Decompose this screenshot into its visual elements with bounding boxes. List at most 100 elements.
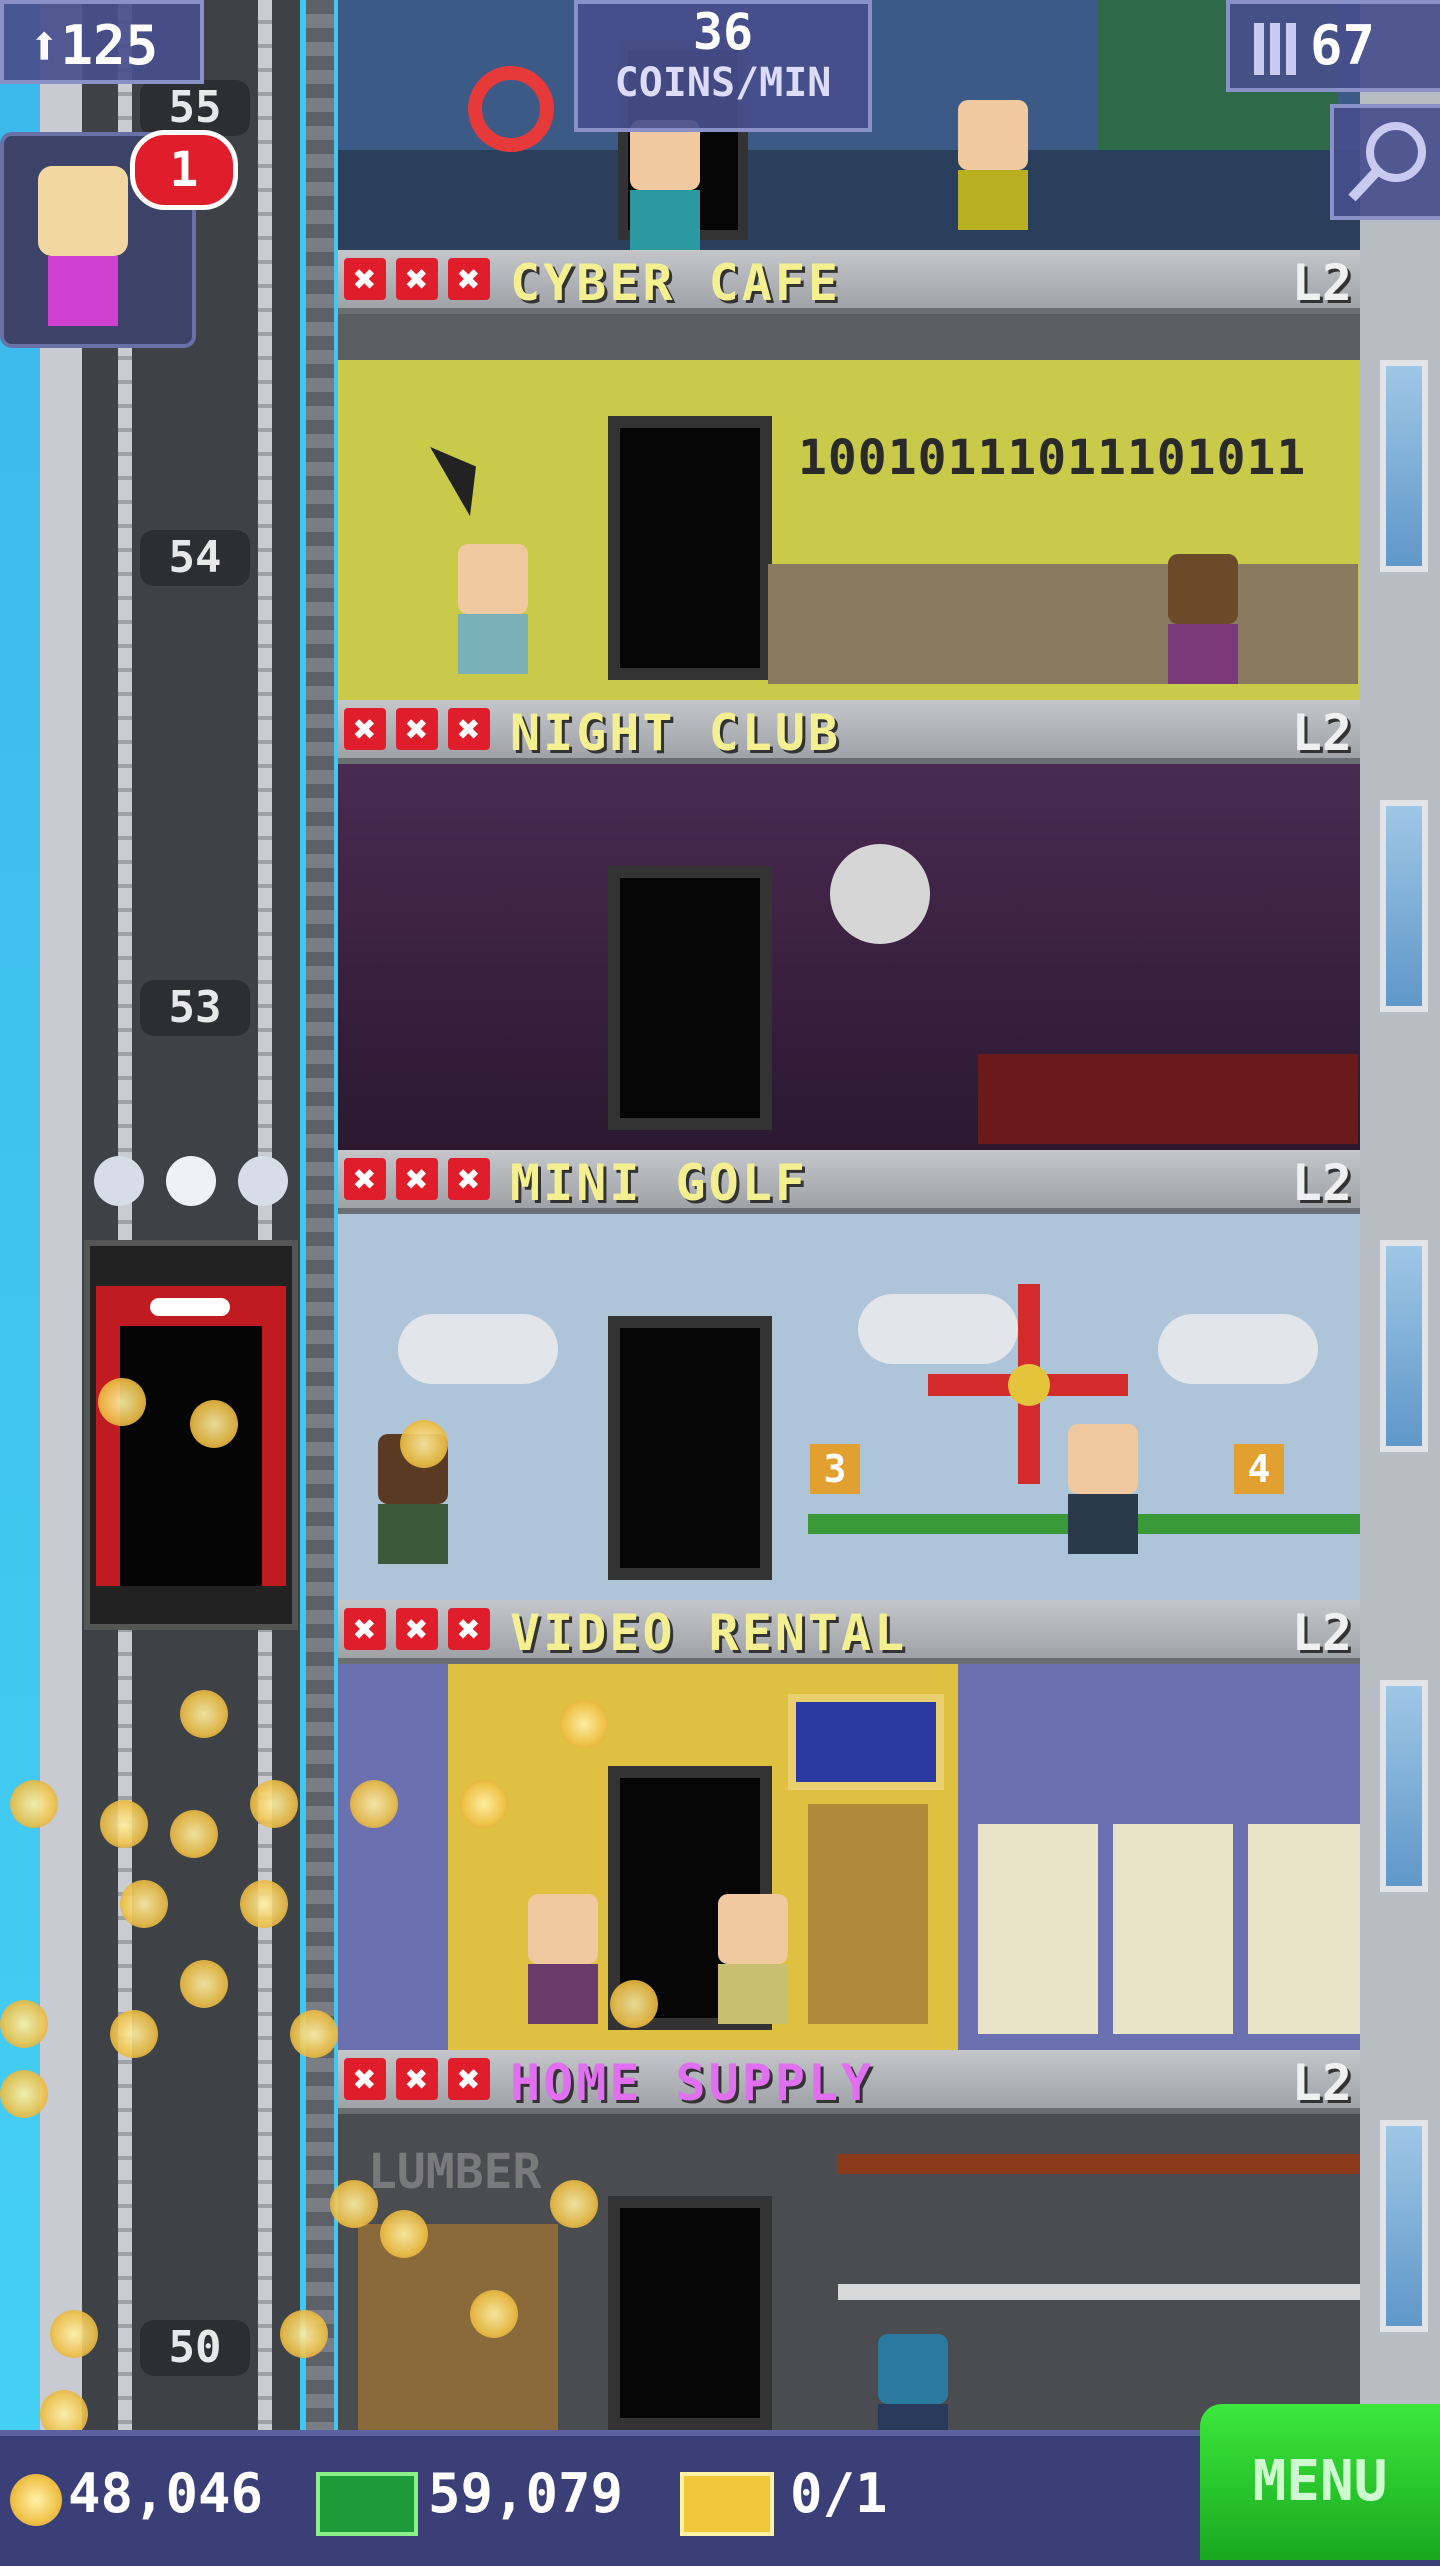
coin-rate-value: 36 xyxy=(692,3,754,61)
cloud-decoration xyxy=(398,1314,558,1384)
coin-particle xyxy=(10,1780,58,1828)
population-counter[interactable]: ⬆125 xyxy=(0,0,204,84)
x-mark-icon: ✖ xyxy=(344,1608,386,1650)
coin-particle xyxy=(0,2000,48,2048)
elevator-floor-label: 50 xyxy=(140,2320,250,2376)
coin-particle xyxy=(380,2210,428,2258)
video-shelf xyxy=(1113,1824,1233,2034)
binary-wall-text: 10010111011101011 xyxy=(798,430,1307,486)
x-mark-icon: ✖ xyxy=(344,1158,386,1200)
coin-particle xyxy=(550,2180,598,2228)
tower-resident[interactable] xyxy=(528,1894,598,2024)
cloud-decoration xyxy=(1158,1314,1318,1384)
floor-night-club[interactable]: ✖ ✖ ✖ NIGHT CLUB L2 xyxy=(338,700,1360,1150)
video-shelf xyxy=(978,1824,1098,2034)
lumber-stack xyxy=(358,2224,558,2430)
floor-cyber-cafe[interactable]: ✖ ✖ ✖ CYBER CAFE L2 10010111011101011 xyxy=(338,250,1360,700)
elevator-floor-label: 55 xyxy=(140,80,250,136)
floor-counter[interactable]: 67 xyxy=(1226,0,1440,92)
tower-resident[interactable] xyxy=(718,1894,788,2024)
x-mark-icon: ✖ xyxy=(396,1158,438,1200)
floor-header: ✖ ✖ ✖ HOME SUPPLY L2 xyxy=(338,2050,1360,2114)
x-mark-icon: ✖ xyxy=(448,258,490,300)
floor-level: L2 xyxy=(1291,1604,1352,1662)
floor-name: NIGHT CLUB xyxy=(510,704,842,762)
coin-particle xyxy=(120,1880,168,1928)
arcade-machine xyxy=(808,1804,928,2024)
floor-name: HOME SUPPLY xyxy=(510,2054,875,2112)
elevator-floor-label: 54 xyxy=(140,530,250,586)
room-interior: LUMBER xyxy=(338,2114,1360,2430)
cursor-icon xyxy=(430,431,496,517)
window xyxy=(1380,1680,1428,1892)
floor-level: L2 xyxy=(1291,704,1352,762)
menu-button[interactable]: MENU xyxy=(1200,2404,1440,2560)
coin-particle xyxy=(0,2070,48,2118)
floor-name: CYBER CAFE xyxy=(510,254,842,312)
room-interior xyxy=(338,764,1360,1150)
floor-level: L2 xyxy=(1291,254,1352,312)
elevator-cab[interactable] xyxy=(84,1240,298,1630)
x-mark-icon: ✖ xyxy=(396,708,438,750)
hole-number-sign: 3 xyxy=(810,1444,860,1494)
coin-balance: 48,046 xyxy=(68,2462,264,2525)
tower-resident[interactable] xyxy=(958,100,1028,230)
elevator-floor-label: 53 xyxy=(140,980,250,1036)
population-value: 125 xyxy=(60,14,159,77)
tower-resident[interactable] xyxy=(630,120,700,250)
coin-particle xyxy=(460,1780,508,1828)
room-interior: 3 4 xyxy=(338,1214,1360,1600)
floor-header: ✖ ✖ ✖ NIGHT CLUB L2 xyxy=(338,700,1360,764)
floor-name: MINI GOLF xyxy=(510,1154,808,1212)
ticket-sign xyxy=(788,1694,944,1790)
room-interior: 10010111011101011 xyxy=(338,314,1360,700)
floor-level: L2 xyxy=(1291,2054,1352,2112)
tower-resident[interactable] xyxy=(1068,1424,1138,1554)
floor-name: VIDEO RENTAL xyxy=(510,1604,908,1662)
coin-particle xyxy=(280,2310,328,2358)
elevator-chain xyxy=(306,0,334,2460)
coin-particle xyxy=(330,2180,378,2228)
x-mark-icon: ✖ xyxy=(448,2058,490,2100)
window xyxy=(1380,800,1428,1012)
building-icon xyxy=(1254,23,1298,76)
disco-ball xyxy=(830,844,930,944)
x-mark-icon: ✖ xyxy=(396,2058,438,2100)
visitor-avatar xyxy=(38,166,128,256)
coin-particle xyxy=(240,1880,288,1928)
x-mark-icon: ✖ xyxy=(344,2058,386,2100)
notification-badge: 1 xyxy=(130,130,238,210)
x-mark-icon: ✖ xyxy=(344,708,386,750)
room-interior xyxy=(338,1664,1360,2050)
coin-particle xyxy=(110,2010,158,2058)
window xyxy=(1380,2120,1428,2332)
building-right-wall xyxy=(1360,0,1440,2460)
elevator-rail-left xyxy=(118,0,132,2460)
floor-home-supply[interactable]: ✖ ✖ ✖ HOME SUPPLY L2 LUMBER xyxy=(338,2050,1360,2430)
tower-resident[interactable] xyxy=(1168,554,1238,684)
coin-particle xyxy=(100,1800,148,1848)
coin-particle xyxy=(190,1400,238,1448)
coin-icon xyxy=(10,2474,62,2526)
x-mark-icon: ✖ xyxy=(344,258,386,300)
coin-particle xyxy=(560,1700,608,1748)
coin-particle xyxy=(180,1960,228,2008)
floor-mini-golf[interactable]: ✖ ✖ ✖ MINI GOLF L2 3 4 xyxy=(338,1150,1360,1600)
floor-level: L2 xyxy=(1291,1154,1352,1212)
x-mark-icon: ✖ xyxy=(448,708,490,750)
floor-count-value: 67 xyxy=(1310,14,1376,77)
floor-header: ✖ ✖ ✖ VIDEO RENTAL L2 xyxy=(338,1600,1360,1664)
coin-rate-display: 36 COINS/MIN xyxy=(574,0,872,132)
tower-resident[interactable] xyxy=(878,2334,948,2430)
magnifier-icon xyxy=(1348,122,1426,202)
lumber-sign: LUMBER xyxy=(368,2144,542,2200)
x-mark-icon: ✖ xyxy=(448,1158,490,1200)
x-mark-icon: ✖ xyxy=(448,1608,490,1650)
coin-particle xyxy=(400,1420,448,1468)
coin-particle xyxy=(250,1780,298,1828)
tower-resident[interactable] xyxy=(458,544,528,674)
coin-particle xyxy=(98,1378,146,1426)
bux-icon xyxy=(316,2472,418,2536)
magnifier-button[interactable] xyxy=(1330,104,1440,220)
coin-particle xyxy=(470,2290,518,2338)
